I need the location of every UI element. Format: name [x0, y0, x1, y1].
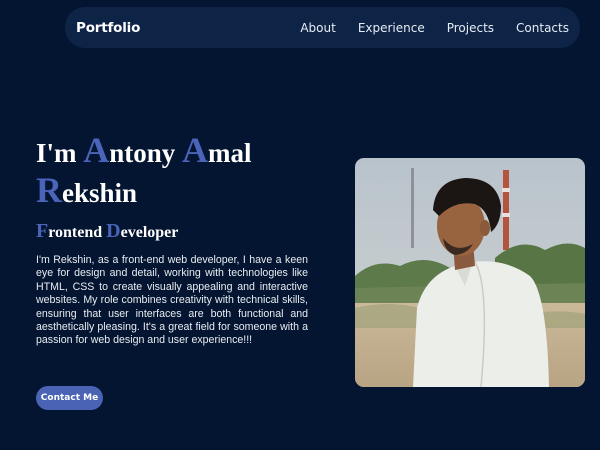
hero-bio: I'm Rekshin, as a front-end web develope…: [36, 254, 308, 347]
contact-me-button[interactable]: Contact Me: [36, 386, 103, 410]
title-initial-r: R: [36, 170, 62, 210]
title-rest-1: ntony: [109, 138, 183, 168]
nav-link-about[interactable]: About: [300, 21, 335, 35]
subtitle-initial-d: D: [106, 220, 121, 242]
subtitle-initial-f: F: [36, 220, 49, 242]
subtitle-rest-2: eveloper: [120, 224, 179, 241]
nav-links: About Experience Projects Contacts: [300, 21, 569, 35]
profile-photo: [355, 158, 585, 387]
hero-title: I'm Antony Amal Rekshin: [36, 132, 326, 212]
title-rest-3: ekshin: [62, 178, 138, 208]
title-rest-2: mal: [208, 138, 252, 168]
title-initial-a2: A: [182, 130, 209, 170]
logo[interactable]: Portfolio: [76, 20, 140, 36]
nav-link-experience[interactable]: Experience: [358, 21, 425, 35]
nav-link-projects[interactable]: Projects: [447, 21, 494, 35]
hero-subtitle: Frontend Developer: [36, 220, 178, 243]
title-prefix: I'm: [36, 138, 84, 168]
subtitle-rest-1: rontend: [48, 224, 107, 241]
title-initial-a1: A: [83, 130, 110, 170]
nav-link-contacts[interactable]: Contacts: [516, 21, 569, 35]
navbar: Portfolio About Experience Projects Cont…: [65, 7, 580, 48]
